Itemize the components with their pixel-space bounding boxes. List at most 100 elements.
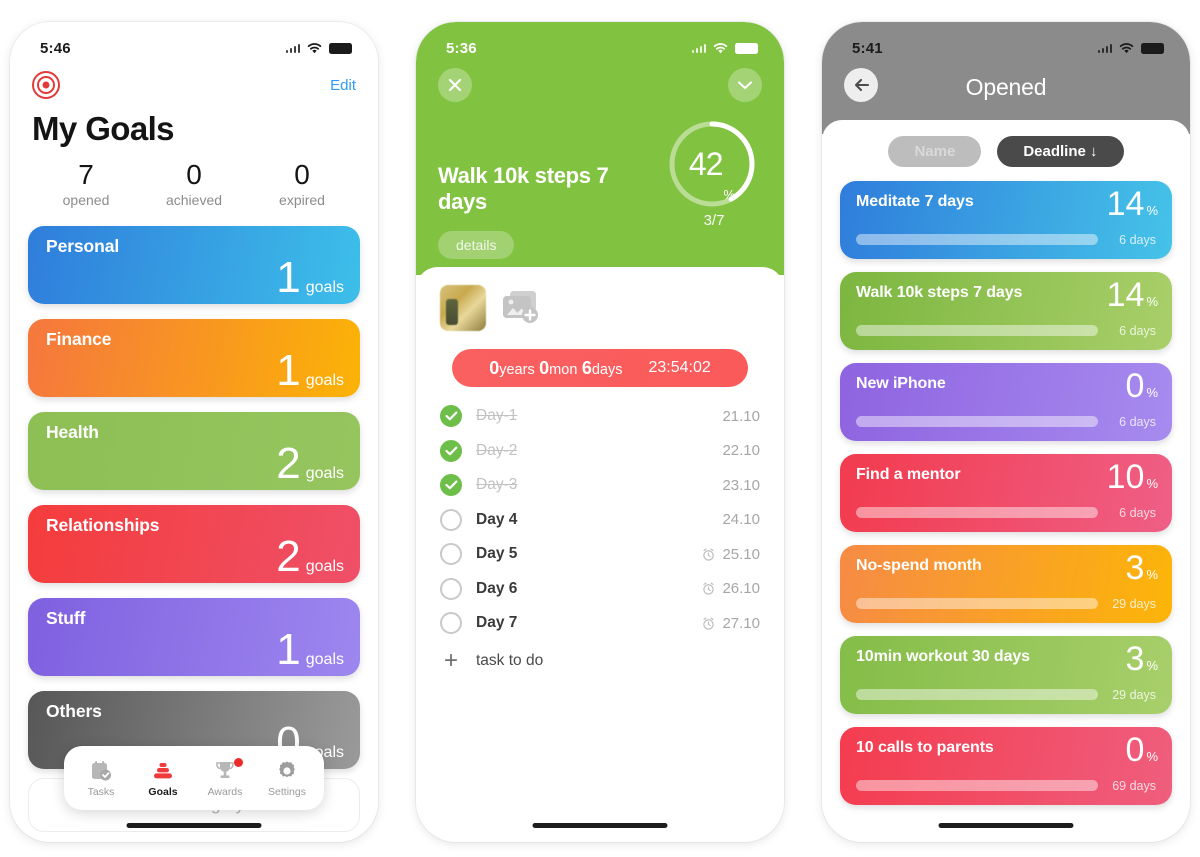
sort-controls: Name Deadline ↓ xyxy=(840,136,1172,167)
day-checkbox[interactable] xyxy=(440,612,462,635)
category-name: Stuff xyxy=(46,608,86,629)
day-checkbox[interactable] xyxy=(440,577,462,600)
day-checkbox[interactable] xyxy=(440,543,462,566)
day-date: 24.10 xyxy=(722,511,760,528)
tab-settings[interactable]: Settings xyxy=(258,759,316,798)
goal-percent-symbol: % xyxy=(1146,567,1158,582)
day-task-row[interactable]: Day 4 24.10 xyxy=(440,503,760,538)
day-date-value: 21.10 xyxy=(722,407,760,425)
day-task-row[interactable]: Day-3 23.10 xyxy=(440,468,760,503)
add-photo-button[interactable] xyxy=(498,288,544,328)
day-date-value: 27.10 xyxy=(722,614,760,632)
day-date-value: 25.10 xyxy=(722,545,760,563)
day-task-row[interactable]: Day-2 22.10 xyxy=(440,434,760,469)
goal-percent: 14% xyxy=(1107,187,1158,221)
day-label: Day 5 xyxy=(476,545,518,563)
stat-expired[interactable]: 0 expired xyxy=(248,160,356,209)
phone-my-goals: 5:46 Edit My Goals 7 opened 0 achieved 0… xyxy=(10,22,378,842)
stat-label: achieved xyxy=(165,192,223,209)
home-indicator xyxy=(532,823,668,828)
tab-awards[interactable]: Awards xyxy=(196,757,254,798)
goal-card[interactable]: Walk 10k steps 7 days 14% 6 days xyxy=(840,272,1172,350)
day-checkbox[interactable] xyxy=(440,508,462,531)
goal-progress-track xyxy=(856,416,1098,427)
day-date: 21.10 xyxy=(722,408,760,425)
goal-card[interactable]: 10min workout 30 days 3% 29 days xyxy=(840,636,1172,714)
category-card[interactable]: Finance 1 goals xyxy=(28,319,360,398)
goal-card[interactable]: Meditate 7 days 14% 6 days xyxy=(840,181,1172,259)
close-button[interactable] xyxy=(438,68,472,102)
percent-symbol: % xyxy=(723,187,736,202)
goal-card[interactable]: No-spend month 3% 29 days xyxy=(840,545,1172,623)
goal-percent-value: 14 xyxy=(1106,185,1145,223)
collapse-button[interactable] xyxy=(728,68,762,102)
goal-percent: 0% xyxy=(1126,733,1158,767)
goal-card[interactable]: New iPhone 0% 6 days xyxy=(840,363,1172,441)
goal-card[interactable]: 10 calls to parents 0% 69 days xyxy=(840,727,1172,805)
goal-percent-symbol: % xyxy=(1146,658,1158,673)
battery-icon xyxy=(735,42,758,54)
add-task-label: task to do xyxy=(476,651,544,669)
category-count-value: 1 xyxy=(276,346,301,396)
goal-card[interactable]: Find a mentor 10% 6 days xyxy=(840,454,1172,532)
day-date: 26.10 xyxy=(702,580,760,597)
signal-icon xyxy=(1097,43,1112,53)
category-count: 2 goals xyxy=(276,442,344,486)
notification-badge xyxy=(234,757,243,767)
phone-goal-detail: 5:36 Walk 10k steps 7 days 42 % 3/7 deta… xyxy=(416,22,784,842)
photo-thumbnail[interactable] xyxy=(440,285,486,331)
category-card[interactable]: Health 2 goals xyxy=(28,412,360,491)
category-card[interactable]: Stuff 1 goals xyxy=(28,598,360,677)
day-label: Day 6 xyxy=(476,579,518,597)
status-indicators xyxy=(285,42,352,54)
sort-by-name-button[interactable]: Name xyxy=(888,136,982,167)
progress-percent: 42 xyxy=(688,145,724,182)
day-task-row[interactable]: Day 7 27.10 xyxy=(440,606,760,641)
opened-header: 5:41 Opened xyxy=(822,22,1190,134)
day-task-row[interactable]: Day-1 21.10 xyxy=(440,399,760,434)
wifi-icon xyxy=(307,43,322,54)
stat-label: expired xyxy=(279,192,325,209)
day-checkbox[interactable] xyxy=(440,439,462,462)
day-date-value: 26.10 xyxy=(722,580,760,598)
opened-body: Name Deadline ↓ Meditate 7 days 14% 6 days… xyxy=(822,120,1190,805)
battery-icon xyxy=(1141,42,1164,54)
add-task-button[interactable]: + task to do xyxy=(440,643,760,679)
goal-name: Walk 10k steps 7 days xyxy=(856,284,1023,301)
day-checkbox[interactable] xyxy=(440,405,462,428)
category-count-unit: goals xyxy=(305,465,344,483)
day-date: 23.10 xyxy=(722,477,760,494)
category-count: 2 goals xyxy=(276,535,344,579)
category-count: 1 goals xyxy=(276,256,344,300)
day-label: Day 4 xyxy=(476,510,518,528)
close-icon xyxy=(448,78,462,92)
home-indicator xyxy=(126,823,262,828)
tab-goals[interactable]: Goals xyxy=(134,759,192,798)
photo-row xyxy=(440,285,760,331)
sort-by-deadline-button[interactable]: Deadline ↓ xyxy=(997,136,1124,167)
status-bar: 5:46 xyxy=(10,22,378,62)
edit-button[interactable]: Edit xyxy=(330,77,356,94)
tab-tasks[interactable]: Tasks xyxy=(72,759,130,798)
category-card[interactable]: Relationships 2 goals xyxy=(28,505,360,584)
goal-days-left: 29 days xyxy=(1112,597,1156,611)
signal-icon xyxy=(285,43,300,53)
alarm-icon xyxy=(702,582,715,595)
goal-percent-value: 3 xyxy=(1125,549,1145,587)
countdown-months: 0 xyxy=(539,357,550,378)
day-task-row[interactable]: Day 5 25.10 xyxy=(440,537,760,572)
stat-achieved[interactable]: 0 achieved xyxy=(140,160,248,209)
stat-opened[interactable]: 7 opened xyxy=(32,160,140,209)
details-button[interactable]: details xyxy=(438,231,515,259)
page-title: My Goals xyxy=(32,110,175,147)
plus-icon: + xyxy=(443,646,458,674)
day-task-row[interactable]: Day 6 26.10 xyxy=(440,572,760,607)
day-checkbox[interactable] xyxy=(440,474,462,497)
alarm-icon xyxy=(702,548,715,561)
phone-opened-goals: 5:41 Opened Name Deadline ↓ Meditate 7 d… xyxy=(822,22,1190,842)
category-count-unit: goals xyxy=(305,558,344,576)
countdown-months-label: mon xyxy=(549,361,578,378)
category-card[interactable]: Personal 1 goals xyxy=(28,226,360,305)
goal-progress-track xyxy=(856,780,1098,791)
day-date: 27.10 xyxy=(702,615,760,632)
